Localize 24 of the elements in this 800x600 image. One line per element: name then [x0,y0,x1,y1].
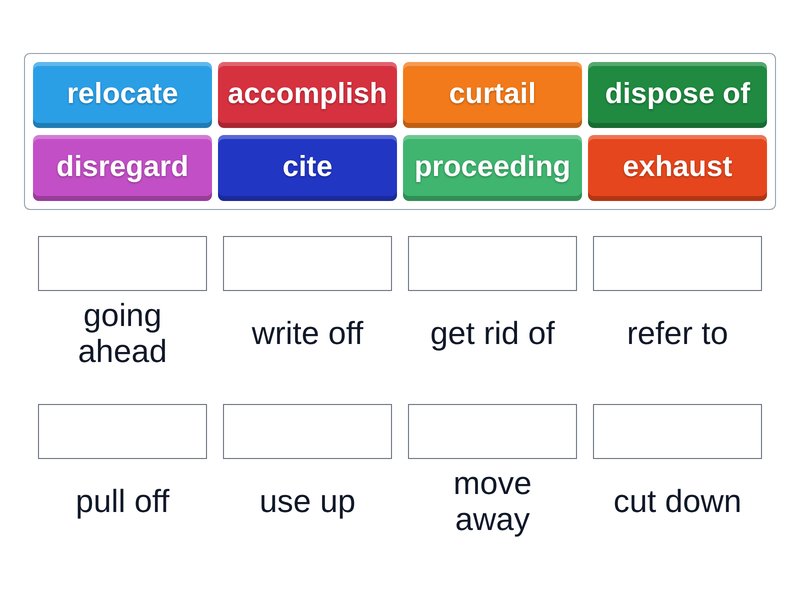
word-tile[interactable]: exhaust [588,135,767,201]
definition-text: refer to [626,315,730,351]
definition-text: write off [250,315,364,351]
word-tile[interactable]: proceeding [403,135,582,201]
definition-text: get rid of [429,315,556,351]
word-tile[interactable]: curtail [403,62,582,128]
drop-slot[interactable] [223,236,392,291]
definition-text: pull off [74,483,170,519]
definition-text: cut down [612,483,743,519]
drop-slot[interactable] [38,404,207,459]
definition-text: move away [452,465,533,537]
drop-slot[interactable] [593,236,762,291]
word-tile[interactable]: relocate [33,62,212,128]
word-tile[interactable]: disregard [33,135,212,201]
drop-slot[interactable] [408,236,577,291]
drop-slot[interactable] [223,404,392,459]
word-tile[interactable]: dispose of [588,62,767,128]
drop-slot[interactable] [408,404,577,459]
drop-slot[interactable] [38,236,207,291]
word-tile[interactable]: accomplish [218,62,397,128]
drop-slot[interactable] [593,404,762,459]
definition-text: going ahead [77,297,168,369]
word-tile[interactable]: cite [218,135,397,201]
definition-text: use up [258,483,357,519]
